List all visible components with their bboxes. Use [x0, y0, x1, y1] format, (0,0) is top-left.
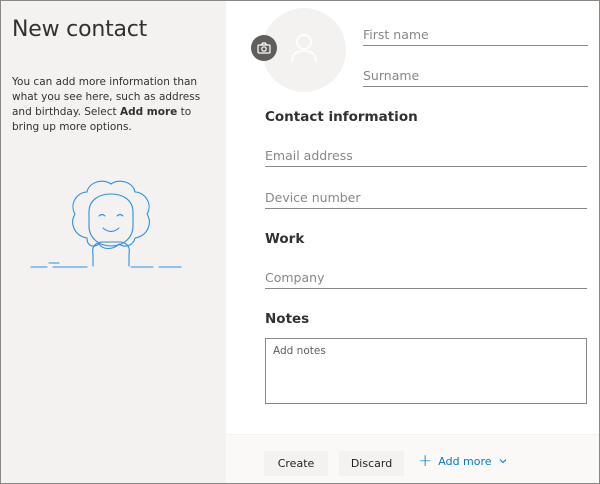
add-more-label: Add more: [438, 454, 492, 468]
change-photo-button[interactable]: [251, 35, 277, 61]
page-title: New contact: [12, 17, 148, 42]
info-description-bold: Add more: [119, 106, 178, 118]
surname-input[interactable]: [363, 65, 588, 86]
add-more-button[interactable]: + Add more: [418, 452, 507, 470]
create-button[interactable]: Create: [264, 451, 328, 476]
camera-icon: [257, 42, 271, 54]
left-info-pane: New contact You can add more information…: [1, 1, 226, 483]
device-number-input[interactable]: [265, 187, 587, 208]
person-illustration: [30, 180, 182, 268]
discard-button[interactable]: Discard: [339, 451, 404, 476]
info-description: You can add more information than what y…: [12, 75, 212, 135]
notes-input[interactable]: [266, 339, 586, 403]
work-heading: Work: [265, 231, 305, 247]
plus-icon: +: [418, 450, 433, 471]
first-name-input[interactable]: [363, 24, 588, 45]
device-number-field[interactable]: [265, 187, 587, 209]
notes-field[interactable]: [265, 338, 587, 404]
surname-field[interactable]: [363, 65, 588, 87]
contact-information-heading: Contact information: [265, 109, 418, 125]
email-field[interactable]: [265, 145, 587, 167]
chevron-down-icon: [499, 459, 506, 464]
email-input[interactable]: [265, 145, 587, 166]
first-name-field[interactable]: [363, 24, 588, 46]
person-icon: [291, 34, 317, 63]
notes-heading: Notes: [265, 311, 310, 327]
company-field[interactable]: [265, 267, 587, 289]
company-input[interactable]: [265, 267, 587, 288]
